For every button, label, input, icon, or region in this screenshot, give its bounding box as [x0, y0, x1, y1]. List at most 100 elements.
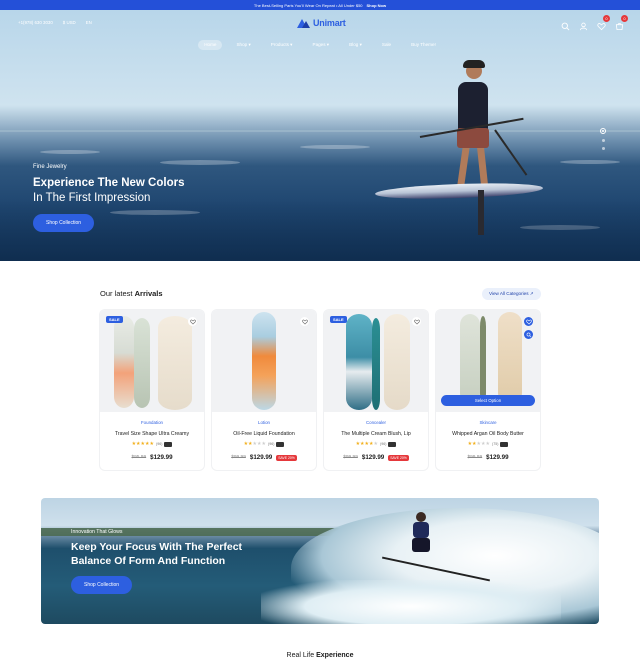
hero-shop-collection-button[interactable]: Shop Collection — [33, 214, 95, 232]
product-image[interactable]: SALE — [324, 310, 428, 412]
wishlist-heart-icon[interactable] — [524, 317, 533, 326]
paddle-board-image — [252, 312, 276, 410]
banner-title-line2: Balance Of Form And Function — [71, 555, 226, 567]
banner-title-line1: Keep Your Focus With The Perfect — [71, 541, 243, 553]
hydrofoil-mast — [478, 190, 484, 235]
product-card[interactable]: SALE Foundation Travel Size Shape Ultra … — [100, 310, 204, 470]
view-all-categories-button[interactable]: View All Categories ↗ — [482, 288, 541, 300]
top-navigation: +1(978) 630 3030 $ USD EN Unimart 0 0 — [0, 15, 640, 32]
product-name[interactable]: Whipped Argan Oil Body Butter — [436, 431, 540, 437]
language-selector[interactable]: EN — [86, 20, 92, 25]
real-life-heading-prefix: Real Life — [286, 652, 315, 659]
select-option-button[interactable]: Select Option — [441, 395, 535, 406]
rating-stars: ★★★★★ — [243, 441, 266, 447]
foil-board — [374, 181, 544, 201]
delivery-truck-icon — [276, 441, 285, 447]
wave-foam — [261, 580, 561, 624]
wishlist-heart-icon[interactable] — [188, 317, 197, 326]
paddle-board-image — [498, 312, 522, 404]
real-life-heading: Real Life Experience — [0, 652, 640, 659]
product-price: $99.99 $129.99 — [436, 454, 540, 461]
banner-shop-collection-button[interactable]: Shop Collection — [71, 576, 133, 594]
product-category[interactable]: Skincare — [436, 420, 540, 425]
paddle-board-image — [134, 318, 150, 408]
page: The Best-Selling Paris You'll Wear On Re… — [0, 0, 640, 660]
rider-leg — [457, 145, 470, 187]
product-category[interactable]: Foundation — [100, 420, 204, 425]
menu-item-products[interactable]: Products ▾ — [265, 40, 299, 50]
product-card[interactable]: Select Option Skincare Whipped Argan Oil… — [436, 310, 540, 470]
old-price: $95.99 — [131, 455, 147, 460]
delivery-truck-icon — [388, 441, 397, 447]
quick-view-search-icon[interactable] — [524, 330, 533, 339]
rating-stars: ★★★★★ — [467, 441, 490, 447]
header-actions: 0 0 — [561, 15, 628, 31]
wishlist-heart-icon[interactable] — [412, 317, 421, 326]
old-price: $99.99 — [231, 455, 246, 460]
paddle-board-image — [346, 314, 372, 410]
slide-dot-1[interactable] — [600, 128, 606, 134]
product-image[interactable]: Select Option — [436, 310, 540, 412]
menu-item-blog[interactable]: Blog ▾ — [343, 40, 368, 50]
product-name[interactable]: The Multiple Cream Blush, Lip — [324, 431, 428, 437]
current-price: $129.99 — [150, 454, 173, 461]
review-count: (96) — [268, 442, 275, 446]
hero-content: Fine Jewelry Experience The New Colors I… — [33, 164, 184, 232]
product-card[interactable]: SALE Concealer The Multiple Cream Blush,… — [324, 310, 428, 470]
search-icon[interactable] — [561, 18, 570, 31]
product-category[interactable]: Concealer — [324, 420, 428, 425]
currency-selector[interactable]: $ USD — [63, 20, 76, 25]
product-image[interactable] — [212, 310, 316, 412]
rider-shorts — [457, 128, 489, 148]
rating-stars: ★★★★★ — [355, 441, 378, 447]
wishlist-heart-icon[interactable] — [300, 317, 309, 326]
announcement-bar: The Best-Selling Paris You'll Wear On Re… — [0, 0, 640, 10]
paddle-board-image — [480, 316, 486, 404]
menu-item-home[interactable]: Home — [198, 40, 223, 50]
slide-dot-2[interactable] — [601, 139, 605, 142]
utility-links: +1(978) 630 3030 $ USD EN — [18, 20, 92, 25]
slide-dot-3[interactable] — [601, 147, 605, 150]
product-image[interactable]: SALE — [100, 310, 204, 412]
user-icon[interactable] — [579, 18, 588, 31]
rating-stars: ★★★★★ — [131, 441, 154, 447]
paddle-board-image — [372, 318, 380, 410]
phone-number[interactable]: +1(978) 630 3030 — [18, 20, 53, 25]
menu-item-sale[interactable]: Sale — [376, 40, 397, 50]
slider-pagination — [600, 128, 606, 150]
sale-badge: SALE — [106, 316, 123, 323]
wishlist-icon[interactable]: 0 — [597, 15, 610, 31]
product-name[interactable]: Oil-Free Liquid Foundation — [212, 431, 316, 437]
product-grid: SALE Foundation Travel Size Shape Ultra … — [100, 310, 540, 470]
rider-leg — [476, 145, 489, 187]
rider-hat — [463, 60, 485, 68]
cart-count-badge: 0 — [621, 15, 628, 22]
current-price: $129.99 — [361, 454, 385, 461]
menu-item-pages[interactable]: Pages ▾ — [307, 40, 336, 50]
product-category[interactable]: Lotion — [212, 420, 316, 425]
real-life-heading-bold: Experience — [316, 652, 354, 659]
wishlist-count-badge: 0 — [603, 15, 610, 22]
product-rating: ★★★★★ (96) — [100, 441, 204, 447]
product-name[interactable]: Travel Size Shape Ultra Creamy — [100, 431, 204, 437]
surfer-figure — [408, 512, 436, 552]
product-card[interactable]: Lotion Oil-Free Liquid Foundation ★★★★★ … — [212, 310, 316, 470]
main-menu: Home Shop ▾ Products ▾ Pages ▾ Blog ▾ Sa… — [0, 40, 640, 50]
logo-icon — [297, 18, 311, 28]
old-price: $99.99 — [343, 455, 358, 460]
current-price: $129.99 — [486, 454, 509, 461]
paddle-shaft — [494, 129, 528, 176]
wave-crest — [40, 150, 100, 154]
menu-item-shop[interactable]: Shop ▾ — [230, 40, 256, 50]
brand-logo[interactable]: Unimart — [297, 18, 346, 28]
review-count: (96) — [156, 442, 163, 446]
menu-item-buy-theme[interactable]: Buy Theme! — [405, 40, 442, 50]
cart-icon[interactable]: 0 — [615, 15, 628, 31]
announcement-link[interactable]: Shop Now — [367, 3, 387, 8]
product-rating: ★★★★★ (96) — [212, 441, 316, 447]
hero-subtitle: In The First Impression — [33, 192, 151, 204]
product-price: $99.99 $129.99 SAVE 20% — [324, 454, 428, 461]
hero-eyebrow: Fine Jewelry — [33, 164, 67, 170]
paddle-board-image — [114, 316, 134, 408]
announcement-text: The Best-Selling Paris You'll Wear On Re… — [253, 2, 363, 8]
